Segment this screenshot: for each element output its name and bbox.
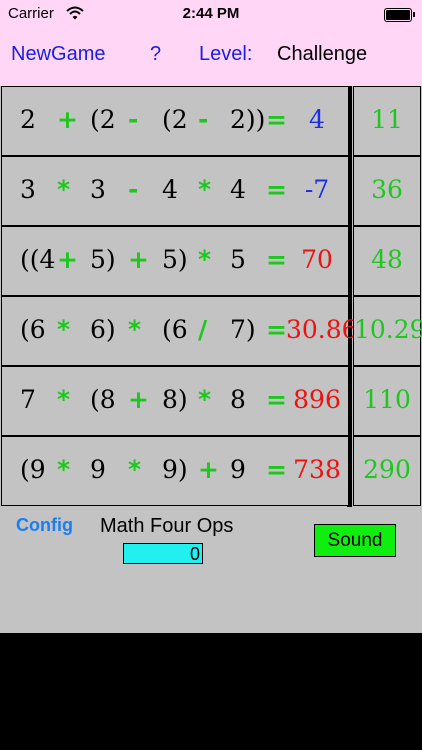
puzzle-row: ((4 +5) +5) * 5 = 70 48	[0, 226, 422, 296]
puzzle-row: (6 * 6) * (6 / 7) = 30.86 10.29	[0, 296, 422, 366]
operator-token[interactable]: *	[198, 245, 211, 275]
number-token[interactable]: 5	[230, 245, 246, 275]
equals-sign: =	[266, 175, 287, 204]
number-token[interactable]: (8	[90, 385, 116, 415]
target-value: 11	[371, 105, 403, 134]
number-token[interactable]: (2	[90, 105, 116, 135]
operator-token[interactable]: +	[57, 245, 78, 275]
number-token[interactable]: 5)	[90, 245, 116, 275]
number-token[interactable]: 9)	[162, 455, 188, 485]
result-value: -7	[304, 175, 330, 204]
config-button[interactable]: Config	[16, 515, 73, 536]
target-cell: 110	[353, 366, 421, 436]
number-token[interactable]: 5)	[162, 245, 188, 275]
operator-token[interactable]: +	[128, 385, 149, 415]
app-title: Math Four Ops	[100, 515, 234, 537]
target-value: 110	[363, 385, 411, 414]
number-token[interactable]: 3	[20, 175, 36, 205]
target-cell: 48	[353, 226, 421, 296]
equals-sign: =	[266, 245, 287, 274]
expression-cell[interactable]: 2 + (2- (2-2)) = 4	[1, 86, 349, 156]
operator-token[interactable]: *	[198, 175, 211, 205]
operator-token[interactable]: -	[128, 105, 138, 135]
number-token[interactable]: 8	[230, 385, 246, 415]
status-time: 2:44 PM	[182, 5, 240, 22]
score-field: 0	[123, 543, 203, 564]
equals-sign: =	[266, 315, 287, 344]
operator-token[interactable]: -	[128, 175, 138, 205]
operator-token[interactable]: /	[198, 315, 207, 345]
target-value: 48	[371, 245, 403, 274]
target-cell: 36	[353, 156, 421, 226]
result-value: 30.86	[286, 315, 358, 344]
help-button[interactable]: ?	[150, 43, 161, 66]
operator-token[interactable]: *	[57, 385, 70, 415]
number-token[interactable]: (6	[20, 315, 46, 345]
puzzle-row: 7 * (8 +8) * 8 = 896 110	[0, 366, 422, 436]
result-value: 896	[293, 385, 341, 414]
operator-token[interactable]: *	[57, 315, 70, 345]
operator-token[interactable]: *	[198, 385, 211, 415]
expression-cell[interactable]: 7 * (8 +8) * 8 = 896	[1, 366, 349, 436]
target-value: 10.29	[354, 315, 422, 344]
expression-cell[interactable]: (6 * 6) * (6 / 7) = 30.86	[1, 296, 358, 366]
puzzle-grid: 2 + (2- (2-2)) = 4 11 3 * 3-4 * 4 = -7 36 ((4 +5) +5) * 5 = 7…	[0, 86, 422, 507]
operator-token[interactable]: -	[198, 105, 208, 135]
level-value[interactable]: Challenge	[277, 43, 367, 66]
equals-sign: =	[266, 385, 287, 414]
sound-button[interactable]: Sound	[314, 524, 396, 557]
number-token[interactable]: 7)	[230, 315, 256, 345]
number-token[interactable]: 4	[162, 175, 178, 205]
number-token[interactable]: (9	[20, 455, 46, 485]
number-token[interactable]: 6)	[90, 315, 116, 345]
target-cell: 10.29	[353, 296, 422, 366]
level-label: Level:	[199, 43, 253, 65]
status-bar: Carrier 2:44 PM	[0, 0, 422, 28]
number-token[interactable]: 2	[20, 105, 36, 135]
number-token[interactable]: 8)	[162, 385, 188, 415]
operator-token[interactable]: +	[57, 105, 78, 135]
expression-cell[interactable]: (9 * 9 * 9) +9 = 738	[1, 436, 349, 506]
game-board: 2 + (2- (2-2)) = 4 11 3 * 3-4 * 4 = -7 36 ((4 +5) +5) * 5 = 7…	[0, 86, 422, 633]
number-token[interactable]: ((4	[20, 245, 55, 275]
number-token[interactable]: 4	[230, 175, 246, 205]
number-token[interactable]: 3	[90, 175, 106, 205]
target-value: 36	[371, 175, 403, 204]
number-token[interactable]: (2	[162, 105, 188, 135]
result-value: 4	[309, 105, 325, 134]
number-token[interactable]: 9	[230, 455, 246, 485]
top-toolbar: NewGame ? Level: Challenge	[0, 28, 422, 86]
number-token[interactable]: 2))	[230, 105, 265, 135]
result-value: 738	[293, 455, 341, 484]
battery-icon	[384, 8, 415, 22]
operator-token[interactable]: +	[128, 245, 149, 275]
operator-token[interactable]: +	[198, 455, 219, 485]
operator-token[interactable]: *	[128, 315, 141, 345]
equals-sign: =	[266, 105, 287, 134]
number-token[interactable]: (6	[162, 315, 188, 345]
expression-cell[interactable]: ((4 +5) +5) * 5 = 70	[1, 226, 349, 296]
number-token[interactable]: 7	[20, 385, 36, 415]
new-game-button[interactable]: NewGame	[11, 43, 105, 66]
expression-cell[interactable]: 3 * 3-4 * 4 = -7	[1, 156, 349, 226]
result-value: 70	[301, 245, 333, 274]
equals-sign: =	[266, 455, 287, 484]
target-cell: 11	[353, 86, 421, 156]
puzzle-row: 3 * 3-4 * 4 = -7 36	[0, 156, 422, 226]
operator-token[interactable]: *	[57, 455, 70, 485]
puzzle-row: (9 * 9 * 9) +9 = 738 290	[0, 436, 422, 506]
operator-token[interactable]: *	[128, 455, 141, 485]
puzzle-row: 2 + (2- (2-2)) = 4 11	[0, 86, 422, 156]
operator-token[interactable]: *	[57, 175, 70, 205]
target-cell: 290	[353, 436, 421, 506]
number-token[interactable]: 9	[90, 455, 106, 485]
target-value: 290	[363, 455, 411, 484]
